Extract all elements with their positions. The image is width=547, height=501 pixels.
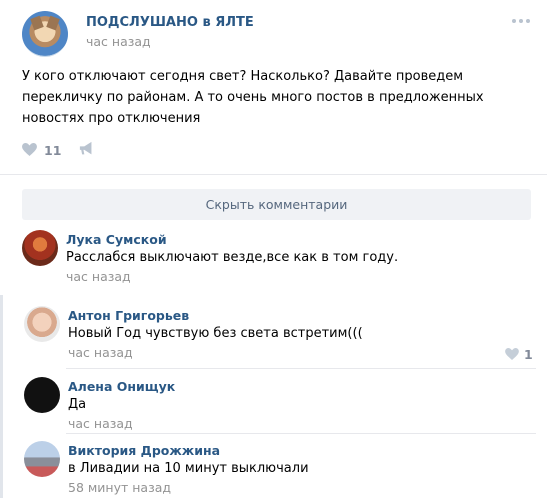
- comment-author[interactable]: Антон Григорьев: [68, 308, 189, 323]
- comment-text: Расслабся выключают везде,все как в том …: [66, 250, 399, 265]
- reply-thread-bar: [0, 295, 9, 498]
- avatar[interactable]: [24, 377, 60, 413]
- comment-separator: [66, 433, 536, 434]
- post-divider: [0, 174, 547, 175]
- avatar-ear-left: [30, 15, 44, 31]
- post-time[interactable]: час назад: [86, 34, 151, 49]
- avatar-ear-right: [46, 15, 60, 31]
- comment: Алена Онищук Да час назад: [24, 377, 534, 437]
- dot: [512, 19, 516, 23]
- heart-icon[interactable]: [505, 348, 519, 360]
- heart-icon[interactable]: [22, 143, 37, 156]
- comment-separator: [66, 368, 536, 369]
- post-actions: 11: [22, 140, 222, 160]
- comment-author[interactable]: Алена Онищук: [68, 379, 175, 394]
- dot: [526, 19, 530, 23]
- comment-time[interactable]: час назад: [68, 416, 133, 431]
- group-name-link[interactable]: ПОДСЛУШАНО в ЯЛТЕ: [86, 15, 254, 30]
- hide-comments-button[interactable]: Скрыть комментарии: [22, 189, 531, 220]
- comment-author[interactable]: Виктория Дрожжина: [68, 443, 220, 458]
- group-avatar[interactable]: [22, 11, 68, 57]
- post-header: ПОДСЛУШАНО в ЯЛТЕ час назад: [22, 11, 532, 57]
- comment-like-count: 1: [524, 347, 533, 362]
- comment-author[interactable]: Лука Сумской: [66, 232, 167, 247]
- comment-text: Новый Год чувствую без света встретим(((: [68, 326, 363, 341]
- comment: Виктория Дрожжина в Ливадии на 10 минут …: [24, 441, 534, 501]
- comment-text: в Ливадии на 10 минут выключали: [68, 461, 309, 476]
- comment: Лука Сумской Расслабся выключают везде,в…: [22, 230, 532, 290]
- avatar[interactable]: [22, 230, 58, 266]
- more-dots-icon[interactable]: [512, 19, 532, 25]
- comment-like[interactable]: 1: [505, 347, 535, 362]
- post-text: У кого отключают сегодня свет? Насколько…: [22, 69, 484, 126]
- avatar[interactable]: [24, 306, 60, 342]
- dot: [519, 19, 523, 23]
- comment-time[interactable]: час назад: [68, 345, 133, 360]
- comment: Антон Григорьев Новый Год чувствую без с…: [24, 306, 534, 366]
- avatar[interactable]: [24, 441, 60, 477]
- comment-time[interactable]: час назад: [66, 269, 131, 284]
- megaphone-icon[interactable]: [78, 141, 96, 157]
- comment-text: Да: [68, 397, 87, 412]
- comment-time[interactable]: 58 минут назад: [68, 480, 171, 495]
- like-count[interactable]: 11: [44, 143, 61, 158]
